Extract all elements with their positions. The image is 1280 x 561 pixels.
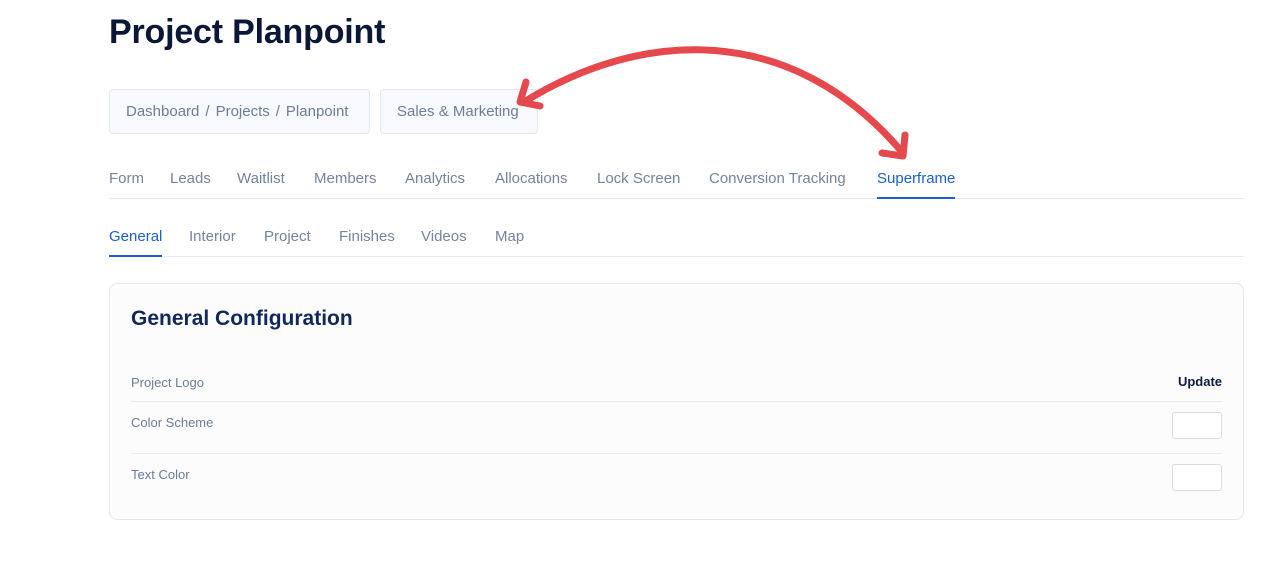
main-tab-bar: Form Leads Waitlist Members Analytics Al…: [109, 158, 1244, 199]
page-title-prefix: Project: [109, 13, 223, 51]
breadcrumb-item-dashboard[interactable]: Dashboard: [126, 103, 199, 120]
setting-label: Project Logo: [131, 375, 204, 390]
subtab-videos[interactable]: Videos: [421, 216, 467, 256]
card-title: General Configuration: [131, 307, 353, 330]
color-scheme-picker[interactable]: [1172, 412, 1222, 439]
breadcrumb-item-projects[interactable]: Projects: [216, 103, 270, 120]
tab-allocations[interactable]: Allocations: [495, 158, 568, 198]
curved-arrow-icon: [520, 46, 906, 156]
setting-row-color-scheme: Color Scheme: [131, 402, 1222, 454]
subtab-finishes[interactable]: Finishes: [339, 216, 395, 256]
update-logo-button[interactable]: Update: [1178, 374, 1222, 389]
general-configuration-card: General Configuration Project Logo Updat…: [109, 283, 1244, 520]
breadcrumb: Dashboard / Projects / Planpoint: [109, 89, 370, 134]
tab-lock-screen[interactable]: Lock Screen: [597, 158, 680, 198]
setting-label: Color Scheme: [131, 415, 214, 430]
subtab-general[interactable]: General: [109, 216, 163, 257]
setting-row-project-logo: Project Logo Update: [131, 362, 1222, 402]
group-selector-label: Sales & Marketing: [397, 103, 519, 120]
tab-analytics[interactable]: Analytics: [405, 158, 465, 198]
tab-waitlist[interactable]: Waitlist: [237, 158, 285, 198]
tab-leads[interactable]: Leads: [170, 158, 211, 198]
setting-label: Text Color: [131, 467, 190, 482]
breadcrumb-separator: /: [205, 103, 210, 120]
page-title-project-name: Planpoint: [232, 13, 386, 51]
page-title: Project Planpoint: [109, 12, 385, 52]
tab-form[interactable]: Form: [109, 158, 144, 198]
tab-conversion-tracking[interactable]: Conversion Tracking: [709, 158, 846, 198]
breadcrumb-separator: /: [275, 103, 280, 120]
subtab-project[interactable]: Project: [264, 216, 311, 256]
sub-tab-bar: General Interior Project Finishes Videos…: [109, 216, 1244, 257]
page: Project Planpoint Dashboard / Projects /…: [0, 0, 1280, 561]
group-selector-button[interactable]: Sales & Marketing: [380, 89, 538, 134]
text-color-picker[interactable]: [1172, 464, 1222, 491]
setting-row-text-color: Text Color: [131, 454, 1222, 506]
subtab-map[interactable]: Map: [495, 216, 524, 256]
tab-superframe[interactable]: Superframe: [877, 158, 956, 199]
breadcrumb-item-planpoint[interactable]: Planpoint: [286, 103, 349, 120]
subtab-interior[interactable]: Interior: [189, 216, 236, 256]
tab-members[interactable]: Members: [314, 158, 377, 198]
arrowhead-down-icon: [878, 131, 909, 160]
